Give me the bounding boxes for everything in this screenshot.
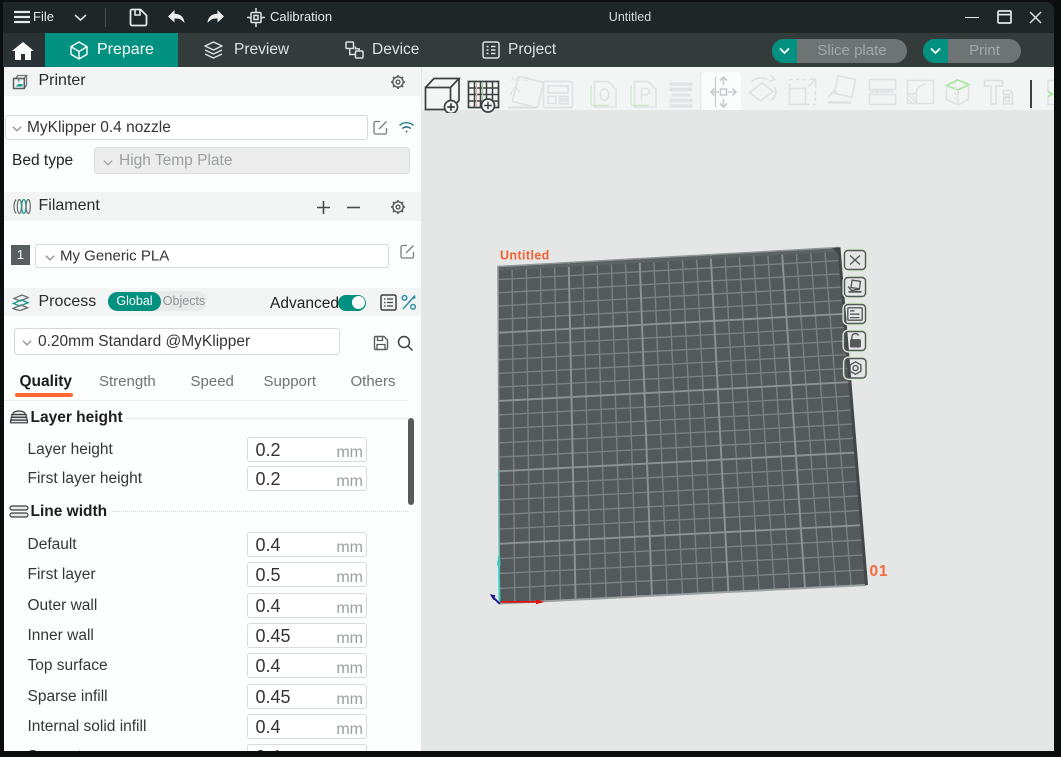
svg-text:01: 01	[870, 563, 889, 580]
svg-text:Untitled: Untitled	[500, 249, 550, 263]
